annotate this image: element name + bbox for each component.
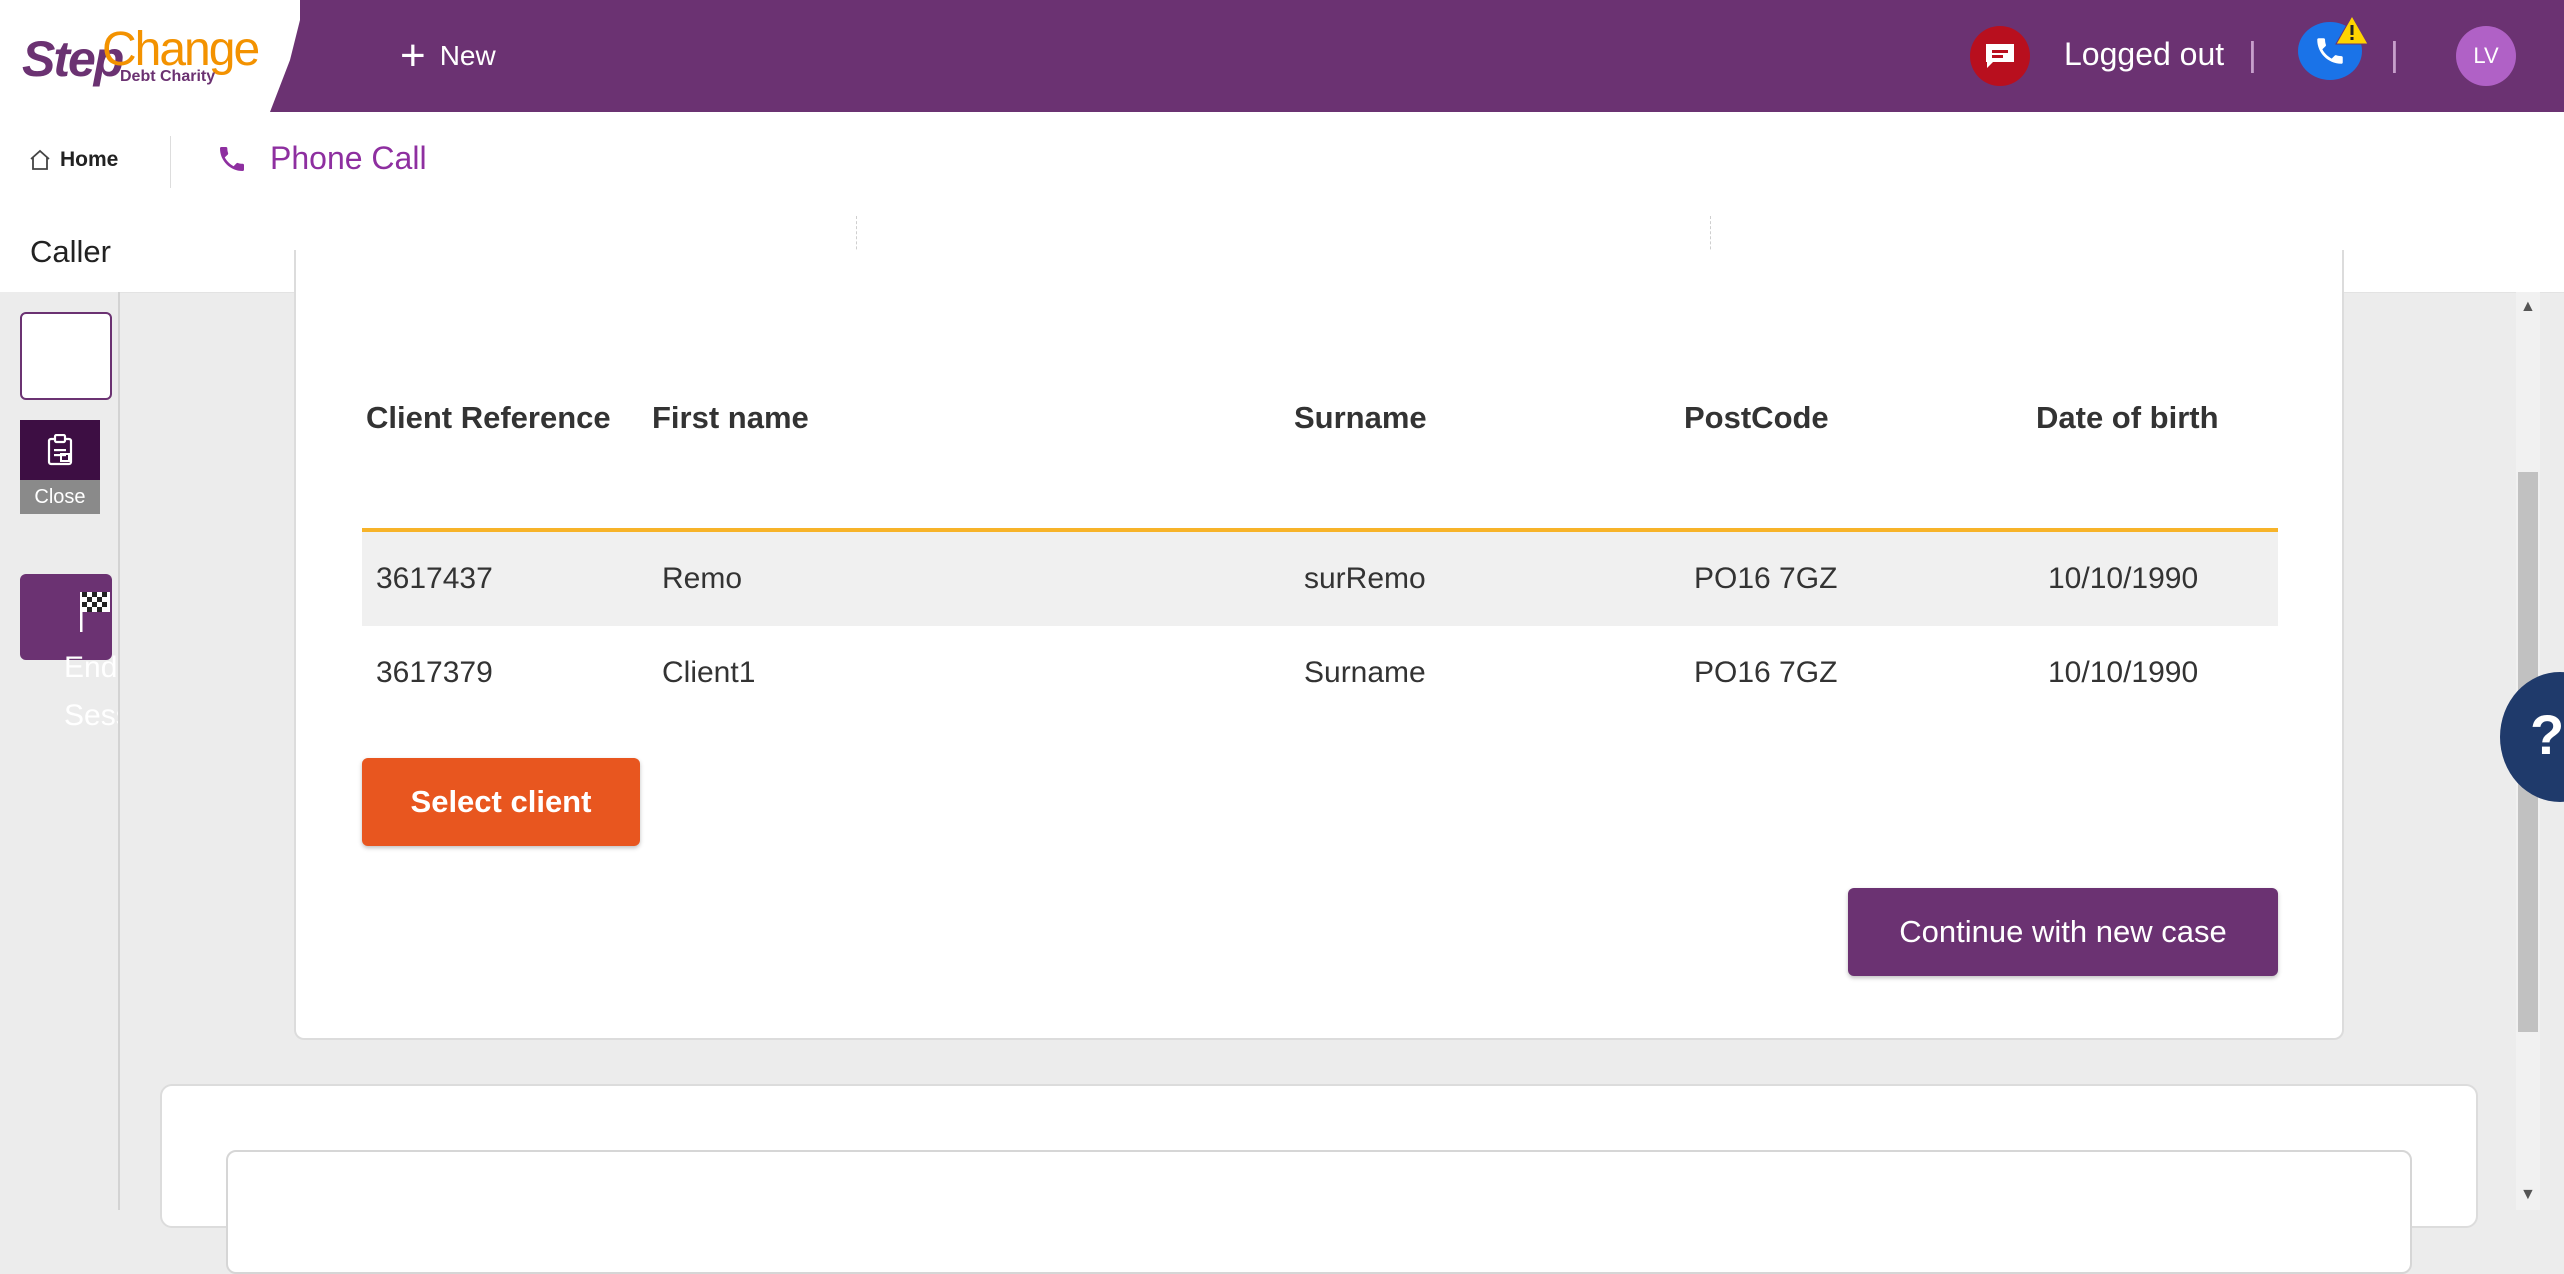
date-of-birth-cell: 10/10/1990 [2048, 656, 2199, 689]
surname-cell: Surname [1304, 656, 1426, 689]
home-label: Home [60, 148, 119, 171]
table-row[interactable]: 3617437 Remo surRemo PO16 7GZ 10/10/1990 [362, 532, 2278, 626]
continue-with-new-case-button[interactable]: Continue with new case [1848, 888, 2278, 976]
phone-icon [220, 146, 244, 171]
first-name-cell: Client1 [662, 656, 756, 689]
postcode-cell: PO16 7GZ [1694, 656, 1838, 689]
column-header-date-of-birth[interactable]: Date of birth [2036, 400, 2219, 436]
caller-label: Caller [30, 234, 111, 269]
user-avatar[interactable]: LV [2456, 26, 2516, 86]
help-icon: ? [2530, 703, 2564, 766]
logo-tagline: Debt Charity [120, 68, 216, 85]
new-button-label: New [439, 40, 496, 71]
first-name-cell: Remo [662, 562, 743, 595]
postcode-cell: PO16 7GZ [1694, 562, 1838, 595]
client-search-results-card: Client Reference First name Surname Post… [294, 250, 2344, 1040]
select-client-button[interactable]: Select client [362, 758, 640, 846]
stepchange-logo[interactable]: Step Change Debt Charity [22, 22, 262, 92]
nav-divider [170, 136, 171, 188]
table-row[interactable]: 3617379 Client1 Surname PO16 7GZ 10/10/1… [362, 626, 2278, 720]
home-icon [30, 149, 50, 170]
clipboard-icon [47, 434, 73, 466]
column-header-postcode[interactable]: PostCode [1684, 400, 1829, 436]
client-reference-cell: 3617437 [376, 562, 493, 595]
rail-tile[interactable] [20, 312, 112, 400]
client-reference-cell: 3617379 [376, 656, 493, 689]
close-tile-button[interactable] [20, 420, 100, 480]
header-separator: | [2248, 36, 2257, 74]
surname-cell: surRemo [1304, 562, 1426, 595]
left-rail: Close End Session [0, 292, 120, 1210]
checkered-flag-icon [80, 592, 110, 632]
secondary-card-panel [226, 1150, 2412, 1274]
presence-status[interactable]: Logged out [2064, 36, 2224, 73]
new-button[interactable]: + New [400, 32, 496, 80]
column-header-first-name[interactable]: First name [652, 400, 809, 436]
column-header-client-reference[interactable]: Client Reference [366, 400, 611, 436]
date-of-birth-cell: 10/10/1990 [2048, 562, 2199, 595]
scroll-down-arrow-icon[interactable]: ▼ [2520, 1186, 2536, 1204]
header-separator: | [2390, 36, 2399, 74]
home-link[interactable]: Home [28, 148, 118, 172]
chat-icon[interactable] [1970, 26, 2030, 86]
tab-phone-call[interactable]: Phone Call [216, 140, 427, 177]
close-label[interactable]: Close [20, 480, 100, 514]
tab-phone-call-label: Phone Call [270, 140, 427, 176]
secondary-card [160, 1084, 2478, 1274]
plus-icon: + [400, 31, 426, 80]
top-bar: Step Change Debt Charity + New Logged ou… [0, 0, 2564, 112]
end-session-label: End Session [64, 651, 118, 732]
warning-icon [2334, 14, 2370, 51]
scroll-up-arrow-icon[interactable]: ▲ [2520, 298, 2536, 316]
help-button[interactable]: ? [2500, 672, 2564, 802]
column-header-surname[interactable]: Surname [1294, 400, 1427, 436]
navigation-row: Home Phone Call [0, 112, 2564, 212]
logo-panel: Step Change Debt Charity [0, 0, 300, 112]
